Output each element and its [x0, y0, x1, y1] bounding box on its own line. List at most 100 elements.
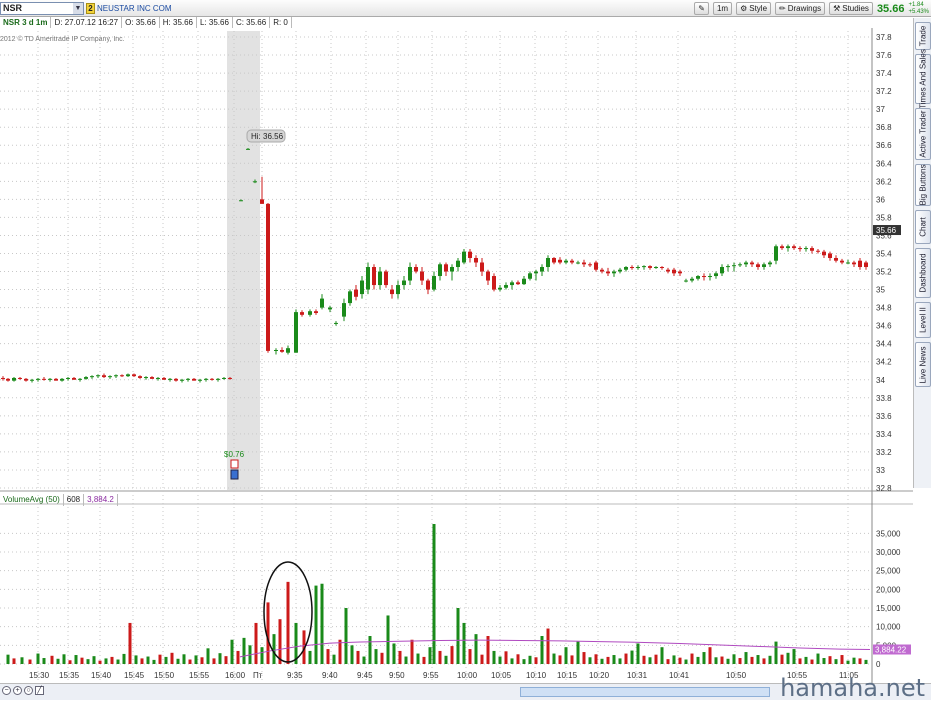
after-hours-shade — [227, 31, 260, 490]
style-button[interactable]: ⚙ Style — [736, 2, 772, 15]
side-tab-trade[interactable]: Trade — [915, 22, 931, 50]
volume-bar — [810, 659, 814, 664]
side-tab-chart[interactable]: Chart — [915, 210, 931, 244]
volume-bar — [212, 658, 216, 664]
zoom-out-icon[interactable]: − — [2, 686, 11, 695]
volume-bar — [236, 650, 240, 664]
drawings-button[interactable]: ✏ Drawings — [775, 2, 826, 15]
tools-icon[interactable]: ✎ — [694, 2, 709, 15]
side-tab-big-buttons[interactable]: Big Buttons — [915, 164, 931, 206]
candle-body — [636, 267, 640, 269]
copyright-text: 2012 © TD Ameritrade IP Company, Inc. — [0, 36, 125, 43]
side-tab-times-and-sales[interactable]: Times And Sales — [915, 49, 931, 109]
company-name: NEUSTAR INC COM — [97, 4, 172, 13]
candle-body — [720, 267, 724, 274]
candle-body — [774, 246, 778, 261]
chart-toolbar: NSR ▼ 2 NEUSTAR INC COM ✎ 1m ⚙ Style ✏ Dra… — [0, 0, 931, 17]
draw-tool-icon[interactable]: ╱ — [35, 686, 44, 695]
volume-bar — [858, 658, 862, 664]
candle-body — [48, 378, 52, 380]
side-tab-dashboard[interactable]: Dashboard — [915, 248, 931, 298]
candle-body — [432, 276, 436, 290]
symbol-input[interactable]: NSR ▼ — [0, 2, 84, 15]
side-tabs: Trade Times And Sales Active Trader Big But… — [913, 18, 931, 488]
candle-body — [334, 322, 338, 324]
volume-bar — [308, 650, 312, 664]
volume-bar — [98, 660, 102, 664]
volume-bar — [122, 653, 126, 664]
volume-bar — [224, 656, 228, 664]
volume-bar — [450, 646, 454, 664]
time-tick-label: 15:55 — [189, 671, 210, 680]
candle-body — [624, 267, 628, 270]
price-tick-label: 37 — [876, 105, 885, 114]
candle-body — [60, 378, 64, 381]
candle-body — [816, 250, 820, 252]
current-price-label: 35.66 — [876, 226, 897, 235]
volume-avg-marker-label: 3,884.22 — [875, 645, 907, 654]
volume-bar — [570, 655, 574, 664]
volume-bar — [438, 650, 442, 664]
volume-bar — [444, 655, 448, 664]
volume-bar — [498, 656, 502, 664]
candle-body — [90, 376, 94, 378]
change-abs: +1.84 — [908, 1, 924, 8]
studies-icon: ⚒ — [833, 4, 841, 13]
candle-body — [684, 280, 688, 282]
candle-body — [438, 264, 442, 277]
candle-body — [390, 289, 394, 295]
candle-body — [120, 375, 124, 377]
time-tick-label: 10:50 — [726, 671, 747, 680]
side-tab-live-news[interactable]: Live News — [915, 342, 931, 387]
interval-button[interactable]: 1m — [712, 2, 733, 15]
time-tick-label: 9:55 — [423, 671, 439, 680]
candle-body — [480, 262, 484, 272]
candle-body — [690, 278, 694, 281]
candle-body — [274, 349, 278, 351]
candle-body — [308, 311, 312, 315]
price-tick-label: 34 — [876, 376, 885, 385]
candle-body — [756, 264, 760, 268]
side-tab-active-trader[interactable]: Active Trader — [915, 108, 931, 160]
candle-body — [852, 262, 856, 265]
time-tick-label: 10:10 — [526, 671, 547, 680]
volume-bar — [50, 655, 54, 664]
time-scrollbar[interactable] — [520, 687, 770, 697]
time-tick-label: 15:30 — [29, 671, 50, 680]
symbol-dropdown-icon[interactable]: ▼ — [73, 3, 83, 14]
candle-body — [810, 248, 814, 251]
candle-body — [246, 148, 250, 150]
chart-canvas[interactable]: 37.8 37.6 37.4 37.2 37 36.8 36.6 36.4 36.2 36 35.8… — [0, 28, 913, 683]
candle-body — [108, 376, 112, 378]
volume-bar — [534, 657, 538, 664]
studies-button[interactable]: ⚒ Studies — [829, 2, 873, 15]
candle-body — [1, 377, 5, 379]
volume-bar — [672, 655, 676, 664]
link-group-badge[interactable]: 2 — [86, 3, 95, 14]
volume-bar — [588, 657, 592, 664]
side-tab-level-ii[interactable]: Level II — [915, 302, 931, 338]
volume-bar — [774, 641, 778, 664]
volume-bar — [12, 658, 16, 664]
zoom-in-icon[interactable]: + — [13, 686, 22, 695]
volume-study-name[interactable]: VolumeAvg (50) — [0, 494, 64, 506]
candle-body — [606, 271, 610, 274]
volume-bar — [678, 657, 682, 664]
drawings-label: Drawings — [787, 4, 822, 13]
candle-body — [804, 248, 808, 250]
zoom-fit-icon[interactable]: ○ — [24, 686, 33, 695]
volume-bar — [522, 659, 526, 664]
volume-bar — [852, 657, 856, 664]
volume-tick-label: 10,000 — [876, 623, 901, 632]
time-tick-label: 10:41 — [669, 671, 690, 680]
volume-bar — [654, 654, 658, 664]
candle-body — [654, 267, 658, 269]
candle-body — [286, 348, 290, 353]
studies-label: Studies — [842, 4, 869, 13]
candle-body — [72, 377, 76, 380]
high-bubble-text: Hi: 36.56 — [251, 132, 284, 141]
candle-body — [714, 273, 718, 277]
volume-bar — [110, 656, 114, 664]
candle-body — [858, 260, 862, 268]
volume-bar — [738, 658, 742, 664]
